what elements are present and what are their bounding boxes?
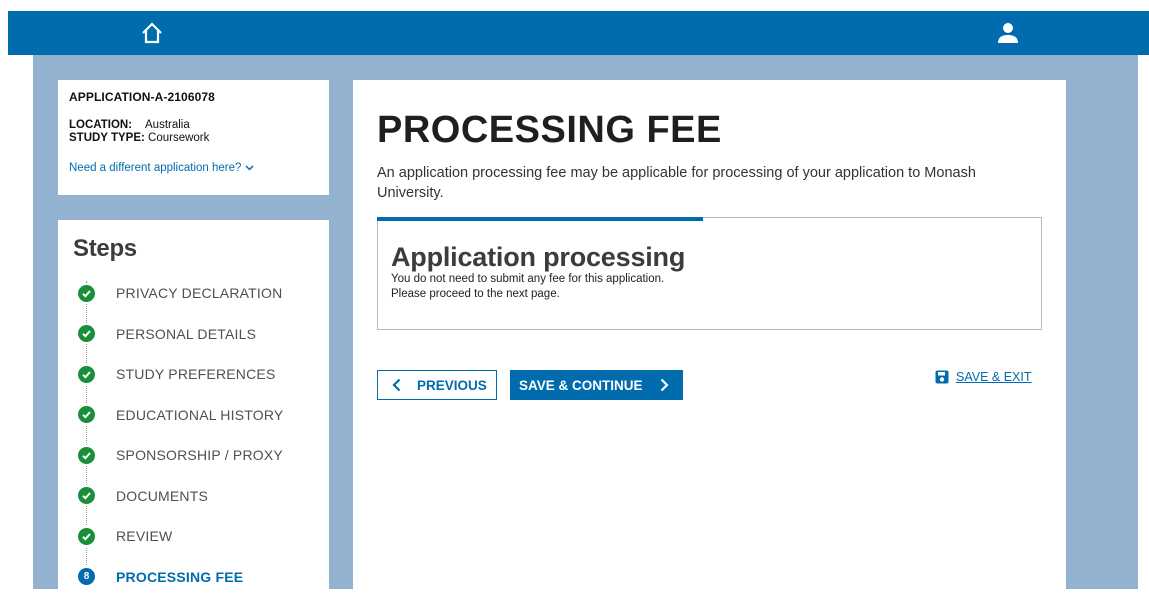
save-exit-link[interactable]: SAVE & EXIT: [935, 370, 1032, 384]
step-label: DOCUMENTS: [116, 488, 208, 504]
save-disk-icon: [935, 370, 949, 384]
steps-panel: Steps PRIVACY DECLARATION PERSONAL DETAI…: [58, 220, 329, 589]
check-icon: [78, 406, 95, 423]
step-documents[interactable]: DOCUMENTS: [72, 476, 315, 517]
steps-title: Steps: [73, 235, 315, 263]
location-line: LOCATION:Australia: [69, 119, 318, 132]
step-label: EDUCATIONAL HISTORY: [116, 407, 283, 423]
save-continue-button[interactable]: SAVE & CONTINUE: [510, 370, 683, 400]
step-personal-details[interactable]: PERSONAL DETAILS: [72, 314, 315, 355]
step-review[interactable]: REVIEW: [72, 516, 315, 557]
card-text-line-2: Please proceed to the next page.: [391, 287, 1028, 302]
processing-card: Application processing You do not need t…: [377, 217, 1042, 330]
save-exit-label: SAVE & EXIT: [956, 370, 1032, 384]
page-title: PROCESSING FEE: [377, 106, 1042, 154]
step-processing-fee[interactable]: 8 PROCESSING FEE: [72, 557, 315, 597]
chevron-down-icon: [245, 165, 254, 171]
action-bar: PREVIOUS SAVE & CONTINUE SAVE & EXIT: [377, 370, 1042, 400]
application-id: APPLICATION-A-2106078: [69, 90, 318, 104]
previous-button-label: PREVIOUS: [417, 378, 487, 393]
application-summary-panel: APPLICATION-A-2106078 LOCATION:Australia…: [58, 80, 329, 195]
switch-application-label: Need a different application here?: [69, 162, 241, 174]
home-icon[interactable]: [140, 21, 164, 45]
check-icon: [78, 447, 95, 464]
steps-list: PRIVACY DECLARATION PERSONAL DETAILS STU…: [72, 273, 315, 597]
step-label: SPONSORSHIP / PROXY: [116, 447, 283, 463]
chevron-left-icon: [392, 378, 401, 392]
card-text-line-1: You do not need to submit any fee for th…: [391, 272, 1028, 287]
check-icon: [78, 528, 95, 545]
check-icon: [78, 487, 95, 504]
step-label: STUDY PREFERENCES: [116, 366, 276, 382]
intro-text: An application processing fee may be app…: [377, 163, 1042, 203]
location-label: LOCATION:: [69, 119, 145, 132]
step-educational-history[interactable]: EDUCATIONAL HISTORY: [72, 395, 315, 436]
study-type-label: STUDY TYPE:: [69, 132, 145, 145]
step-study-preferences[interactable]: STUDY PREFERENCES: [72, 354, 315, 395]
step-number-badge: 8: [78, 568, 95, 585]
step-label: PERSONAL DETAILS: [116, 326, 256, 342]
step-label: REVIEW: [116, 528, 172, 544]
check-icon: [78, 325, 95, 342]
switch-application-link[interactable]: Need a different application here?: [69, 162, 254, 174]
study-type-value: Coursework: [148, 132, 209, 144]
check-icon: [78, 366, 95, 383]
step-privacy-declaration[interactable]: PRIVACY DECLARATION: [72, 273, 315, 314]
user-icon[interactable]: [997, 22, 1019, 44]
location-value: Australia: [145, 119, 190, 131]
card-accent-bar: [377, 217, 703, 221]
step-label: PRIVACY DECLARATION: [116, 285, 282, 301]
check-icon: [78, 285, 95, 302]
top-navigation-bar: [8, 11, 1149, 55]
previous-button[interactable]: PREVIOUS: [377, 370, 497, 400]
save-continue-label: SAVE & CONTINUE: [519, 378, 643, 393]
card-top-border: [703, 217, 1042, 218]
step-sponsorship-proxy[interactable]: SPONSORSHIP / PROXY: [72, 435, 315, 476]
study-type-line: STUDY TYPE: Coursework: [69, 132, 318, 145]
main-content: PROCESSING FEE An application processing…: [353, 80, 1066, 589]
chevron-right-icon: [660, 378, 669, 392]
step-label: PROCESSING FEE: [116, 569, 243, 585]
card-title: Application processing: [391, 217, 1028, 272]
